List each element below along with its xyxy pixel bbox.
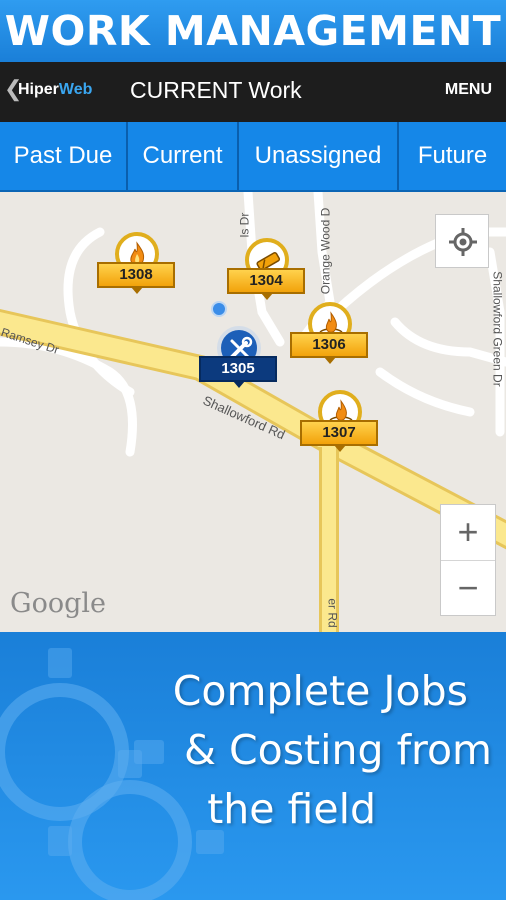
marker-label: 1304 xyxy=(227,268,305,294)
road-label-shallowford-green: Shallowford Green Dr xyxy=(490,271,505,387)
crosshair-icon xyxy=(449,228,477,256)
job-marker-1307[interactable]: 1307 xyxy=(300,390,380,454)
marker-label: 1308 xyxy=(97,262,175,288)
job-marker-1308[interactable]: 1308 xyxy=(97,232,177,296)
my-location-button[interactable] xyxy=(435,214,489,268)
road-label-vertical-2: er Rd xyxy=(325,598,340,628)
zoom-controls: + − xyxy=(440,504,496,616)
work-map[interactable]: Ramsey Dr Shallowford Rd Orange Wood D S… xyxy=(0,192,506,632)
google-attribution: Google xyxy=(10,588,106,619)
promo-panel: Complete Jobs & Costing from the field xyxy=(0,632,506,900)
job-marker-1304[interactable]: 1304 xyxy=(227,238,307,302)
app-bar: ❮ HiperWeb CURRENT Work MENU xyxy=(0,62,506,122)
page-title: CURRENT Work xyxy=(130,77,302,103)
road-label-orange-wood: Orange Wood D xyxy=(318,207,333,295)
marker-label: 1306 xyxy=(290,332,368,358)
marker-label: 1305 xyxy=(199,356,277,382)
tab-current[interactable]: Current xyxy=(128,122,239,190)
tab-future[interactable]: Future xyxy=(399,122,506,190)
promo-line-3: the field xyxy=(207,785,376,833)
work-tabs: Past Due Current Unassigned Future xyxy=(0,122,506,192)
promo-text: Complete Jobs & Costing from the field xyxy=(132,662,492,839)
promo-banner: WORK MANAGEMENT xyxy=(0,0,506,62)
zoom-in-button[interactable]: + xyxy=(441,505,495,561)
current-location-dot xyxy=(211,301,227,317)
banner-title: WORK MANAGEMENT xyxy=(4,7,502,55)
road-label-vertical-1: ls Dr xyxy=(237,212,252,238)
tab-unassigned[interactable]: Unassigned xyxy=(239,122,399,190)
job-marker-1306[interactable]: 1306 xyxy=(290,302,370,366)
menu-button[interactable]: MENU xyxy=(445,81,492,99)
promo-line-1: Complete Jobs xyxy=(172,667,468,715)
hiperweb-logo[interactable]: HiperWeb xyxy=(18,81,92,99)
tab-past-due[interactable]: Past Due xyxy=(0,122,128,190)
promo-line-2: & Costing from xyxy=(183,726,492,774)
marker-label: 1307 xyxy=(300,420,378,446)
zoom-out-button[interactable]: − xyxy=(441,561,495,617)
job-marker-1305[interactable]: 1305 xyxy=(199,326,279,390)
